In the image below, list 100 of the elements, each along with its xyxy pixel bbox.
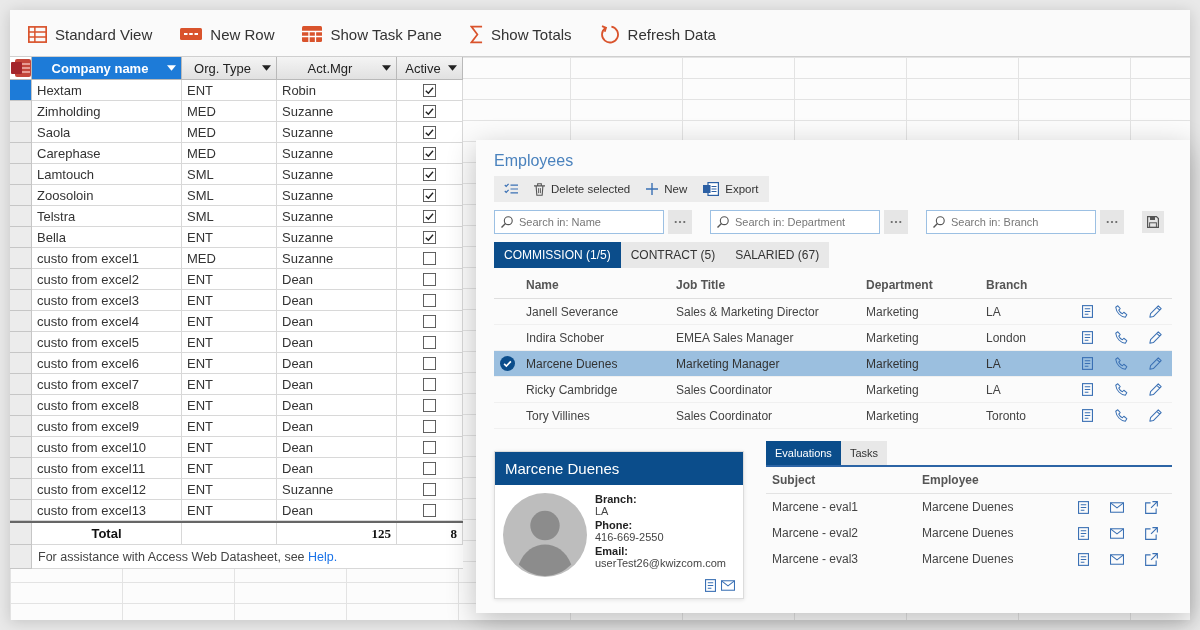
table-cell: custo from excel10: [32, 437, 182, 458]
column-header[interactable]: Subject: [766, 473, 916, 487]
checkbox[interactable]: [423, 293, 436, 307]
total-value: 8: [397, 523, 463, 545]
phone-icon[interactable]: [1114, 383, 1128, 396]
column-header[interactable]: Name: [520, 278, 670, 292]
table-cell: ENT: [182, 479, 277, 500]
checkbox[interactable]: [423, 335, 436, 349]
pencil-icon[interactable]: [1148, 331, 1162, 344]
external-link-icon[interactable]: [1144, 500, 1158, 514]
envelope-icon[interactable]: [721, 580, 735, 591]
toolbar-button[interactable]: Delete selected: [534, 180, 631, 198]
checkbox[interactable]: [423, 440, 436, 454]
external-link-icon[interactable]: [1144, 526, 1158, 540]
envelope-icon[interactable]: [1110, 553, 1124, 565]
document-icon[interactable]: [1077, 552, 1089, 566]
checkbox[interactable]: [423, 419, 436, 433]
document-icon[interactable]: [1077, 526, 1089, 540]
checkbox[interactable]: [423, 83, 436, 97]
checkbox[interactable]: [423, 209, 436, 223]
document-icon[interactable]: [1081, 331, 1093, 344]
save-button[interactable]: [1142, 211, 1164, 233]
table-cell: custo from excel8: [32, 395, 182, 416]
checkbox[interactable]: [423, 104, 436, 118]
toolbar-button[interactable]: Refresh Data: [599, 22, 716, 46]
document-icon[interactable]: [1081, 409, 1093, 422]
checkbox[interactable]: [423, 230, 436, 244]
column-header[interactable]: Org. Type: [182, 57, 277, 80]
phone-icon[interactable]: [1114, 305, 1128, 318]
table-cell: Dean: [277, 458, 397, 479]
checkbox[interactable]: [423, 398, 436, 412]
table-row[interactable]: Tory Villines Sales Coordinator Marketing Toronto: [494, 403, 1172, 429]
checkbox[interactable]: [423, 377, 436, 391]
help-link[interactable]: Help.: [308, 550, 338, 564]
app-icon: [10, 59, 31, 77]
search-field[interactable]: Search in: Branch: [926, 210, 1096, 234]
toolbar-button[interactable]: Show Totals: [469, 22, 572, 46]
search-icon: [717, 216, 729, 228]
tab[interactable]: COMMISSION (1/5): [494, 242, 621, 268]
pencil-icon[interactable]: [1148, 409, 1162, 422]
check-circle-icon[interactable]: [499, 356, 515, 371]
caret-icon[interactable]: [448, 65, 457, 71]
table-row[interactable]: Janell Severance Sales & Marketing Director Marketing LA: [494, 299, 1172, 325]
column-header[interactable]: Employee: [916, 473, 1066, 487]
envelope-icon[interactable]: [1110, 501, 1124, 513]
table-cell-text: Indira Schober: [525, 330, 606, 345]
checkbox[interactable]: [423, 461, 436, 475]
tab[interactable]: CONTRACT (5): [620, 242, 726, 268]
document-icon[interactable]: [1081, 357, 1093, 370]
checkbox[interactable]: [423, 482, 436, 496]
phone-icon[interactable]: [1114, 409, 1128, 422]
table-cell: custo from excel6: [32, 353, 182, 374]
checkbox[interactable]: [423, 146, 436, 160]
column-header[interactable]: Job Title: [670, 278, 860, 292]
document-icon[interactable]: [1077, 500, 1089, 514]
checkbox[interactable]: [423, 272, 436, 286]
table-cell-text: Marketing Manager: [675, 356, 781, 371]
table-row[interactable]: Marcene Duenes Marketing Manager Marketing LA: [494, 351, 1172, 377]
tab[interactable]: SALARIED (67): [725, 242, 830, 268]
pencil-icon[interactable]: [1148, 357, 1162, 370]
column-header[interactable]: Act.Mgr: [277, 57, 397, 80]
checkbox[interactable]: [423, 125, 436, 139]
checkbox[interactable]: [423, 167, 436, 181]
phone-icon[interactable]: [1114, 331, 1128, 344]
toolbar-button[interactable]: New: [646, 181, 688, 197]
search-field[interactable]: Search in: Name: [494, 210, 664, 234]
column-header[interactable]: Department: [860, 278, 980, 292]
checkbox[interactable]: [423, 356, 436, 370]
search-field[interactable]: Search in: Department: [710, 210, 880, 234]
pencil-icon[interactable]: [1148, 383, 1162, 396]
envelope-icon[interactable]: [1110, 527, 1124, 539]
checkbox[interactable]: [423, 251, 436, 265]
toolbar-button[interactable]: Standard View: [28, 23, 153, 45]
tab[interactable]: Evaluations: [766, 441, 841, 465]
checkbox[interactable]: [423, 188, 436, 202]
document-icon[interactable]: [705, 579, 716, 592]
toolbar-button[interactable]: Show Task Pane: [302, 23, 442, 45]
table-cell-text: LA: [985, 304, 1002, 319]
toolbar-button[interactable]: Export: [703, 180, 759, 198]
tab[interactable]: Tasks: [840, 441, 887, 465]
card-title: Marcene Duenes: [495, 452, 743, 485]
document-icon[interactable]: [1081, 383, 1093, 396]
spreadsheet-icon: [703, 182, 720, 196]
table-cell: MED: [182, 143, 277, 164]
checkbox[interactable]: [423, 314, 436, 328]
phone-icon[interactable]: [1114, 357, 1128, 370]
caret-icon[interactable]: [262, 65, 271, 71]
trash-icon: [534, 182, 545, 196]
column-header[interactable]: Active: [397, 57, 463, 80]
table-cell: Suzanne: [277, 479, 397, 500]
caret-icon[interactable]: [382, 65, 391, 71]
toolbar-button[interactable]: New Row: [180, 23, 275, 45]
external-link-icon[interactable]: [1144, 552, 1158, 566]
document-icon[interactable]: [1081, 305, 1093, 318]
table-row[interactable]: Ricky Cambridge Sales Coordinator Marketing LA: [494, 377, 1172, 403]
pencil-icon[interactable]: [1148, 305, 1162, 318]
column-header[interactable]: Branch: [980, 278, 1070, 292]
column-header[interactable]: Company name: [32, 57, 182, 80]
row-selector[interactable]: [10, 80, 32, 101]
checkbox[interactable]: [423, 503, 436, 517]
